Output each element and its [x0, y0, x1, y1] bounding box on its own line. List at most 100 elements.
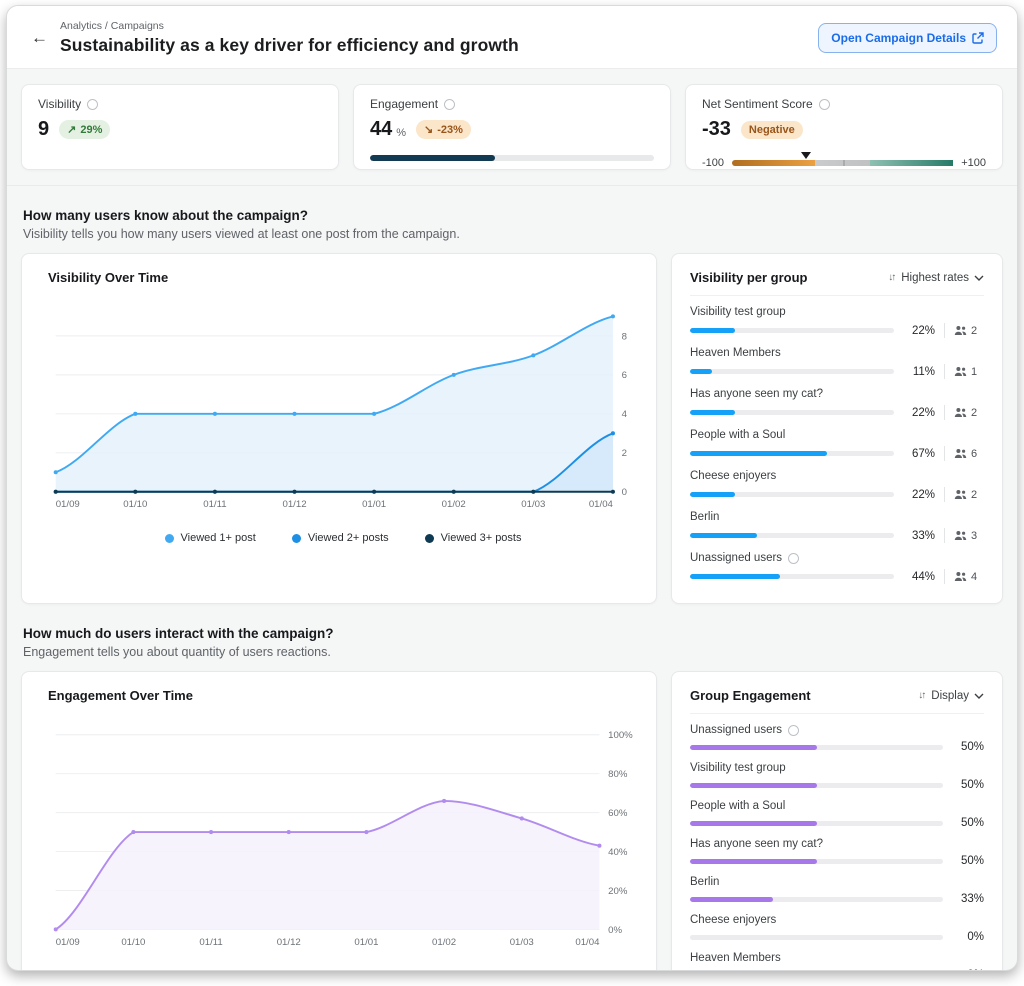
sentiment-scale: -100 +100 — [702, 157, 986, 169]
engagement-trend-badge: ↘-23% — [416, 120, 471, 139]
svg-text:2: 2 — [622, 448, 627, 459]
svg-text:01/11: 01/11 — [203, 499, 226, 510]
group-bar — [690, 897, 943, 902]
group-percent: 22% — [903, 325, 935, 337]
kpi-card-sentiment: Net Sentiment Score -33 Negative -100 +1… — [685, 84, 1003, 170]
group-row: Heaven Members11%1 — [690, 347, 984, 379]
svg-text:01/02: 01/02 — [442, 499, 466, 510]
group-bar — [690, 574, 894, 579]
group-row: Visibility test group50% — [690, 762, 984, 791]
svg-text:80%: 80% — [608, 769, 628, 780]
scale-negative-segment — [732, 160, 815, 166]
group-row: Has anyone seen my cat?50% — [690, 838, 984, 867]
group-name: Berlin — [690, 511, 719, 523]
group-percent: 50% — [952, 855, 984, 867]
group-row: People with a Soul50% — [690, 800, 984, 829]
svg-text:01/11: 01/11 — [199, 937, 222, 948]
chart-legend: Viewed 1+ post Viewed 2+ posts Viewed 3+ p… — [48, 526, 638, 552]
legend-label: Viewed 3+ posts — [441, 532, 522, 544]
page-header: ← Analytics / Campaigns Sustainability a… — [7, 6, 1017, 69]
svg-text:01/04: 01/04 — [575, 937, 600, 948]
legend-item[interactable]: Viewed 1+ post — [165, 532, 256, 544]
open-campaign-details-button[interactable]: Open Campaign Details — [818, 23, 997, 53]
svg-text:01/03: 01/03 — [521, 499, 545, 510]
sentiment-status-badge: Negative — [741, 121, 803, 139]
group-percent: 33% — [952, 893, 984, 905]
svg-text:01/12: 01/12 — [277, 937, 301, 948]
engagement-progress-bar — [370, 155, 654, 161]
info-icon[interactable] — [788, 553, 799, 564]
people-icon — [954, 325, 967, 336]
group-percent: 0% — [952, 969, 984, 971]
external-link-icon — [972, 32, 984, 44]
group-row: Cheese enjoyers0% — [690, 914, 984, 943]
legend-label: Viewed 1+ post — [181, 532, 256, 544]
svg-text:20%: 20% — [608, 886, 628, 897]
svg-text:01/10: 01/10 — [123, 499, 147, 510]
engagement-kpi-value: 44 — [370, 118, 392, 141]
svg-text:01/12: 01/12 — [282, 499, 306, 510]
svg-text:8: 8 — [622, 331, 627, 342]
group-bar — [690, 451, 894, 456]
group-bar — [690, 369, 894, 374]
section-subtitle: Engagement tells you about quantity of u… — [23, 645, 1001, 659]
panel-title: Visibility per group — [690, 270, 808, 285]
visibility-kpi-label: Visibility — [38, 97, 81, 111]
group-name: Has anyone seen my cat? — [690, 388, 823, 400]
group-bar — [690, 745, 943, 750]
people-icon — [954, 489, 967, 500]
chart-title: Visibility Over Time — [48, 270, 638, 285]
app-window: ← Analytics / Campaigns Sustainability a… — [6, 5, 1018, 971]
engagement-chart[interactable]: 0%20%40%60%80%100%01/0901/1001/1101/1201… — [48, 707, 638, 959]
group-name: Cheese enjoyers — [690, 914, 776, 926]
group-row: Unassigned users50% — [690, 724, 984, 753]
sort-icon: ↓↑ — [918, 690, 926, 701]
info-icon[interactable] — [788, 725, 799, 736]
group-bar — [690, 859, 943, 864]
group-member-count: 6 — [954, 448, 984, 460]
info-icon[interactable] — [444, 99, 455, 110]
info-icon[interactable] — [819, 99, 830, 110]
sort-control[interactable]: ↓↑ Display — [918, 690, 984, 702]
section-subtitle: Visibility tells you how many users view… — [23, 227, 1001, 241]
sort-label: Display — [931, 690, 969, 702]
sort-icon: ↓↑ — [888, 272, 896, 283]
people-icon — [954, 407, 967, 418]
breadcrumb[interactable]: Analytics / Campaigns — [60, 20, 818, 32]
group-bar — [690, 935, 943, 940]
kpi-strip: Visibility 9 ↗29% Engagement 44 % ↘-23% — [7, 69, 1017, 186]
visibility-groups-panel: Visibility per group ↓↑ Highest rates Vi… — [671, 253, 1003, 604]
svg-text:0%: 0% — [608, 925, 622, 936]
group-name: People with a Soul — [690, 800, 785, 812]
sentiment-marker-icon — [801, 152, 811, 159]
group-percent: 33% — [903, 530, 935, 542]
group-bar — [690, 410, 894, 415]
info-icon[interactable] — [87, 99, 98, 110]
svg-text:01/03: 01/03 — [510, 937, 534, 948]
legend-item[interactable]: Viewed 2+ posts — [292, 532, 389, 544]
open-campaign-details-label: Open Campaign Details — [831, 31, 966, 45]
visibility-chart-card: Visibility Over Time 0246801/0901/1001/1… — [21, 253, 657, 604]
group-row: Has anyone seen my cat?22%2 — [690, 388, 984, 420]
kpi-card-engagement: Engagement 44 % ↘-23% — [353, 84, 671, 170]
scale-neutral-segment — [815, 160, 870, 166]
sort-label: Highest rates — [901, 272, 969, 284]
scale-max-label: +100 — [961, 157, 986, 169]
svg-text:01/09: 01/09 — [56, 499, 80, 510]
group-member-count: 2 — [954, 407, 984, 419]
sentiment-kpi-label: Net Sentiment Score — [702, 97, 813, 111]
legend-dot-icon — [425, 534, 434, 543]
svg-text:01/02: 01/02 — [432, 937, 456, 948]
group-row: Unassigned users44%4 — [690, 552, 984, 584]
group-row: Visibility test group22%2 — [690, 306, 984, 338]
group-bar — [690, 492, 894, 497]
trend-up-icon: ↗ — [67, 123, 76, 136]
visibility-chart[interactable]: 0246801/0901/1001/1101/1201/0101/0201/03… — [48, 289, 638, 521]
sort-control[interactable]: ↓↑ Highest rates — [888, 272, 984, 284]
group-member-count: 2 — [954, 325, 984, 337]
group-name: People with a Soul — [690, 429, 785, 441]
group-row: Heaven Members0% — [690, 952, 984, 971]
scale-min-label: -100 — [702, 157, 724, 169]
back-button[interactable]: ← — [23, 24, 56, 52]
legend-item[interactable]: Viewed 3+ posts — [425, 532, 522, 544]
